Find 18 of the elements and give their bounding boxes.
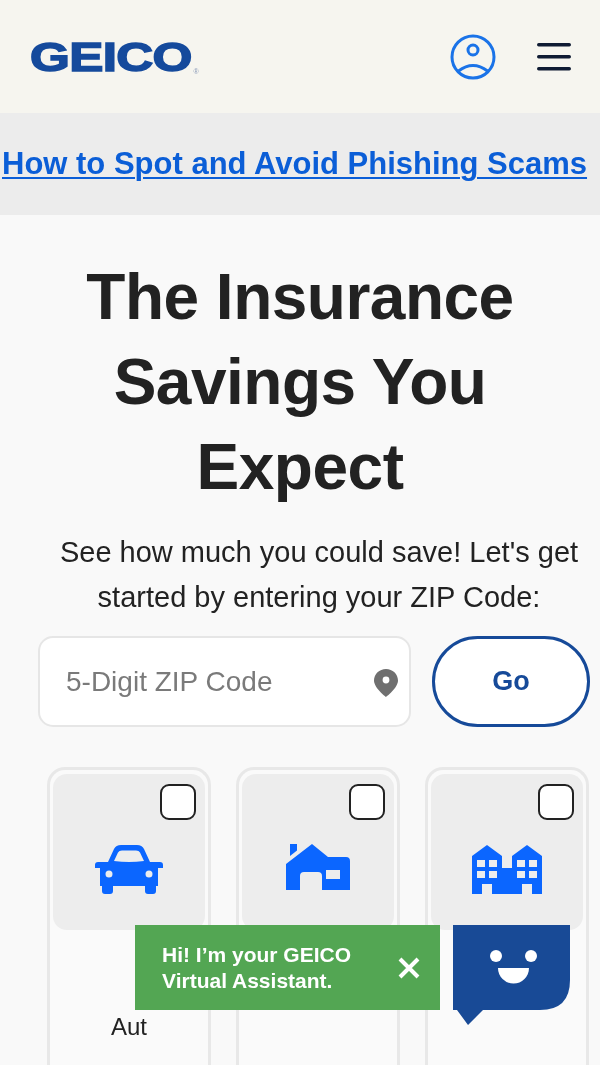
chat-assistant-icon[interactable]	[453, 925, 570, 1025]
close-icon[interactable]	[397, 955, 421, 980]
zip-code-field[interactable]: 5-Digit ZIP Code	[38, 636, 411, 727]
checkbox[interactable]	[349, 784, 385, 820]
logo[interactable]: GEICO	[30, 36, 192, 77]
apartment-building-icon	[472, 844, 542, 894]
hero-subtitle: See how much you could save! Let's get started by entering your ZIP Code:	[58, 535, 580, 615]
car-icon	[94, 844, 164, 894]
house-icon	[286, 844, 350, 890]
user-icon[interactable]	[450, 33, 496, 80]
hero-heading: The Insurance Savings You Expect	[85, 260, 515, 505]
go-button[interactable]: Go	[432, 636, 590, 727]
phishing-alert-link[interactable]: How to Spot and Avoid Phishing Scams	[2, 140, 588, 188]
menu-icon[interactable]	[537, 42, 571, 71]
location-pin-icon	[374, 669, 398, 697]
checkbox[interactable]	[538, 784, 574, 820]
product-label: Aut	[110, 1013, 148, 1041]
checkbox[interactable]	[160, 784, 196, 820]
